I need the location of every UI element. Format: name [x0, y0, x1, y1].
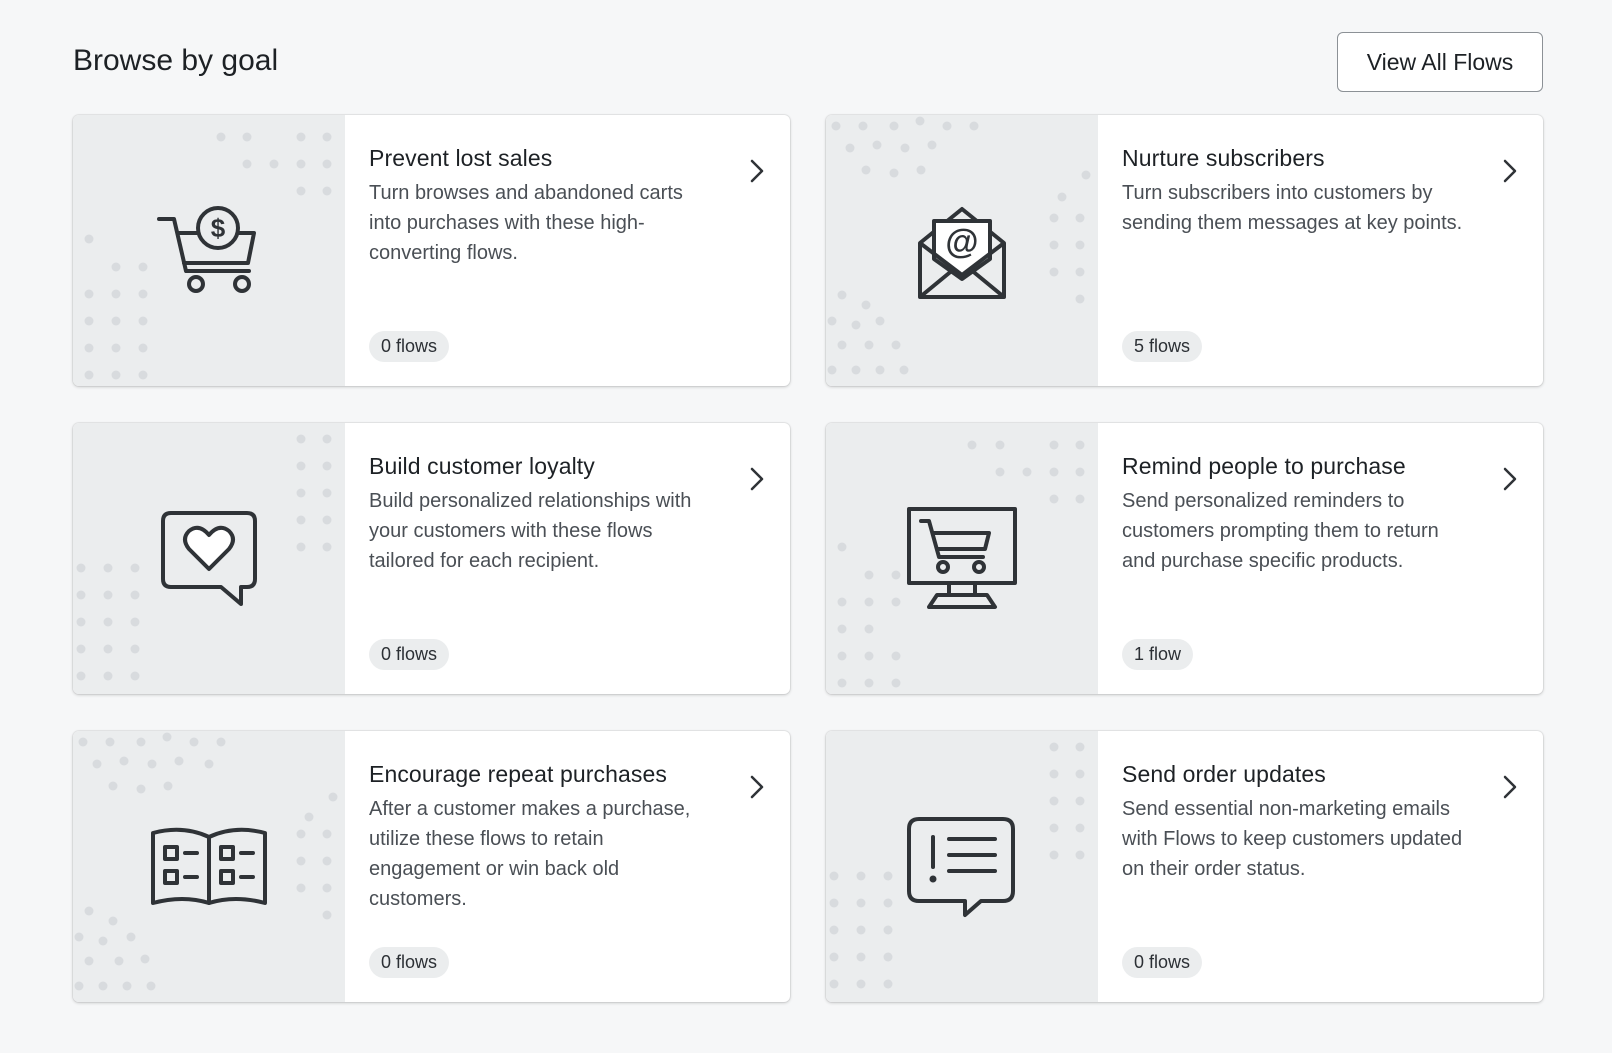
- card-content: Remind people to purchase Send personali…: [1098, 423, 1543, 694]
- card-description: After a customer makes a purchase, utili…: [369, 798, 691, 910]
- goal-card-prevent-lost-sales[interactable]: $ Prevent lost sales Turn browses and ab…: [73, 115, 790, 386]
- card-description: Turn subscribers into customers by sendi…: [1122, 182, 1463, 234]
- card-title: Prevent lost sales: [369, 145, 553, 171]
- flow-count-badge: 0 flows: [369, 331, 450, 362]
- chevron-right-icon: [750, 159, 764, 183]
- goal-cards-grid: $ Prevent lost sales Turn browses and ab…: [73, 115, 1543, 1002]
- card-title: Remind people to purchase: [1122, 453, 1406, 479]
- goal-card-nurture-subscribers[interactable]: @ Nurture subscribers Turn subscribers i…: [826, 115, 1543, 386]
- card-illustration: [73, 731, 345, 1002]
- flow-count-badge: 5 flows: [1122, 331, 1203, 362]
- flow-count-badge: 0 flows: [369, 947, 450, 978]
- card-content: Encourage repeat purchases After a custo…: [345, 731, 790, 1002]
- flow-count-badge: 0 flows: [369, 639, 450, 670]
- card-title: Send order updates: [1122, 761, 1326, 787]
- flow-count-badge: 1 flow: [1122, 639, 1194, 670]
- view-all-flows-button[interactable]: View All Flows: [1337, 32, 1543, 92]
- card-illustration: [826, 731, 1098, 1002]
- open-catalog-icon: [151, 827, 267, 905]
- flow-count-badge: 0 flows: [1122, 947, 1203, 978]
- card-content: Prevent lost sales Turn browses and aban…: [345, 115, 790, 386]
- card-description: Send personalized reminders to customers…: [1122, 490, 1439, 572]
- chevron-right-icon: [1503, 775, 1517, 799]
- goal-card-build-customer-loyalty[interactable]: Build customer loyalty Build personalize…: [73, 423, 790, 694]
- shopping-cart-dollar-icon: $: [157, 205, 256, 293]
- monitor-cart-icon: [907, 506, 1017, 609]
- alert-message-icon: [907, 816, 1015, 917]
- card-description: Send essential non-marketing emails with…: [1122, 798, 1463, 880]
- goal-card-send-order-updates[interactable]: Send order updates Send essential non-ma…: [826, 731, 1543, 1002]
- chevron-right-icon: [750, 467, 764, 491]
- card-content: Build customer loyalty Build personalize…: [345, 423, 790, 694]
- card-title: Build customer loyalty: [369, 453, 595, 479]
- card-title: Encourage repeat purchases: [369, 761, 667, 787]
- browse-by-goal-section: Browse by goal View All Flows $ Prevent …: [73, 0, 1543, 1002]
- heart-speech-bubble-icon: [161, 510, 257, 606]
- card-description: Turn browses and abandoned carts into pu…: [369, 182, 683, 264]
- chevron-right-icon: [1503, 467, 1517, 491]
- card-content: Send order updates Send essential non-ma…: [1098, 731, 1543, 1002]
- card-illustration: $: [73, 115, 345, 386]
- page-title: Browse by goal: [73, 44, 279, 77]
- card-content: Nurture subscribers Turn subscribers int…: [1098, 115, 1543, 386]
- svg-text:@: @: [945, 223, 978, 261]
- card-illustration: [73, 423, 345, 694]
- section-header: Browse by goal View All Flows: [73, 0, 1543, 115]
- svg-text:$: $: [211, 213, 226, 243]
- card-illustration: @: [826, 115, 1098, 386]
- envelope-at-icon: @: [918, 206, 1006, 299]
- card-title: Nurture subscribers: [1122, 145, 1325, 171]
- chevron-right-icon: [750, 775, 764, 799]
- chevron-right-icon: [1503, 159, 1517, 183]
- card-illustration: [826, 423, 1098, 694]
- goal-card-encourage-repeat-purchases[interactable]: Encourage repeat purchases After a custo…: [73, 731, 790, 1002]
- goal-card-remind-people-to-purchase[interactable]: Remind people to purchase Send personali…: [826, 423, 1543, 694]
- card-description: Build personalized relationships with yo…: [369, 490, 692, 572]
